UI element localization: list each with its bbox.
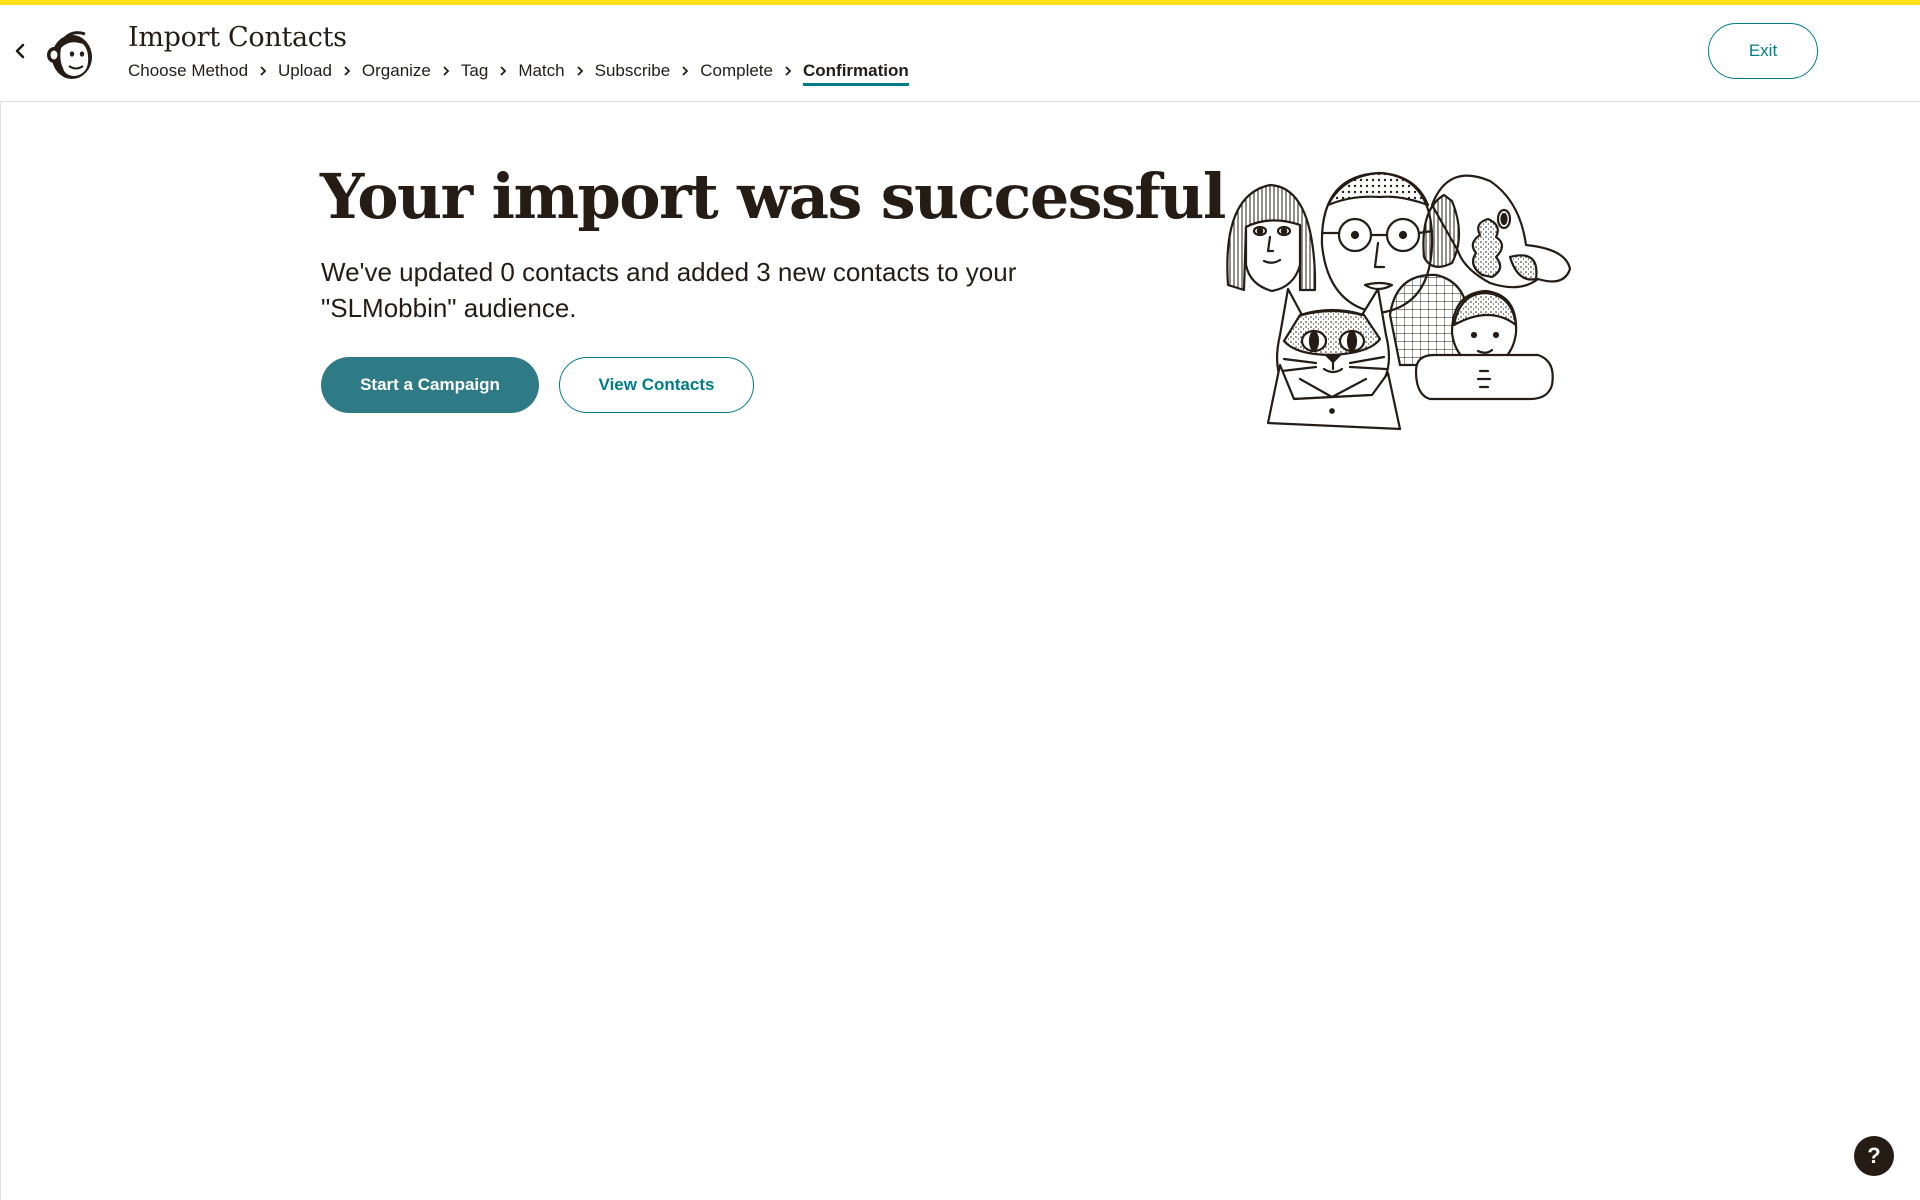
monkey-logo-icon[interactable] <box>45 26 97 82</box>
import-summary-text: We've updated 0 contacts and added 3 new… <box>321 257 1017 323</box>
people-and-pets-illustration <box>1226 171 1572 431</box>
step-tag[interactable]: Tag <box>461 61 488 81</box>
exit-button[interactable]: Exit <box>1708 23 1818 79</box>
success-headline: Your import was successful <box>320 160 1226 233</box>
chevron-right-icon <box>670 65 700 77</box>
start-campaign-button[interactable]: Start a Campaign <box>321 357 539 413</box>
page-divider <box>0 102 1 1200</box>
chevron-right-icon <box>431 65 461 77</box>
chevron-right-icon <box>248 65 278 77</box>
chevron-right-icon <box>773 65 803 77</box>
chevron-left-icon <box>15 43 25 59</box>
chevron-right-icon <box>332 65 362 77</box>
top-bar: Import Contacts Choose Method Upload Org… <box>0 5 1920 102</box>
view-contacts-button[interactable]: View Contacts <box>559 357 754 413</box>
chevron-right-icon <box>488 65 518 77</box>
step-subscribe[interactable]: Subscribe <box>595 61 671 81</box>
chevron-right-icon <box>565 65 595 77</box>
step-match[interactable]: Match <box>518 61 564 81</box>
step-choose-method[interactable]: Choose Method <box>128 61 248 81</box>
step-organize[interactable]: Organize <box>362 61 431 81</box>
page-title: Import Contacts <box>128 22 347 53</box>
help-button[interactable]: ? <box>1854 1136 1894 1176</box>
step-complete[interactable]: Complete <box>700 61 773 81</box>
back-button[interactable] <box>8 39 32 63</box>
import-steps-breadcrumb: Choose Method Upload Organize Tag Match … <box>128 56 909 86</box>
step-upload[interactable]: Upload <box>278 61 332 81</box>
step-confirmation[interactable]: Confirmation <box>802 61 909 86</box>
